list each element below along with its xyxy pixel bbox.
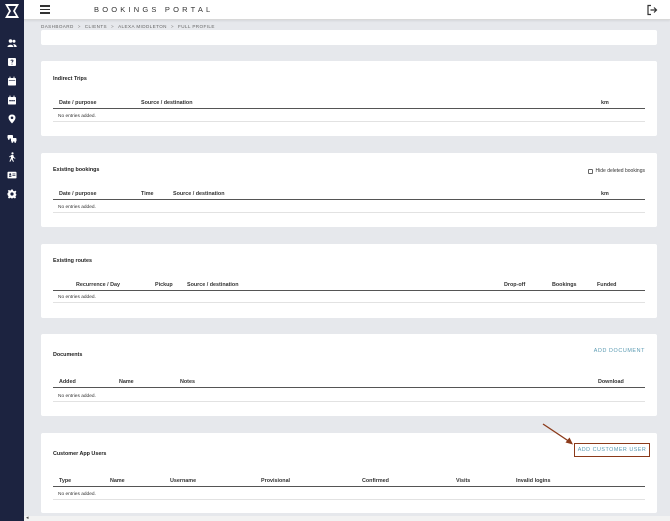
column-header: Type xyxy=(59,478,72,484)
hide-deleted-toggle[interactable]: Hide deleted bookings xyxy=(587,168,645,174)
table-header: Date / purpose Source / destination km xyxy=(53,99,645,109)
hamburger-menu-icon[interactable] xyxy=(40,5,50,14)
question-icon[interactable] xyxy=(4,55,20,69)
map-pin-icon[interactable] xyxy=(4,112,20,126)
id-card-icon[interactable] xyxy=(4,168,20,182)
breadcrumb-dashboard[interactable]: DASHBOARD xyxy=(41,24,74,29)
card-title: Existing routes xyxy=(53,258,92,264)
existing-bookings-card: Existing bookings Hide deleted bookings … xyxy=(41,153,657,227)
column-header: Bookings xyxy=(552,282,577,288)
indirect-trips-card: Indirect Trips Date / purpose Source / d… xyxy=(41,61,657,136)
vehicles-icon[interactable] xyxy=(4,131,20,145)
breadcrumb-separator: > xyxy=(111,24,115,29)
column-header: Name xyxy=(119,379,134,385)
brand-title: BOOKINGS PORTAL xyxy=(94,5,214,14)
table-row: No entries added. xyxy=(53,393,645,402)
column-header: Provisional xyxy=(261,478,291,484)
gear-icon[interactable] xyxy=(4,187,20,201)
column-header: Source / destination xyxy=(141,100,193,106)
empty-message: No entries added. xyxy=(58,114,96,119)
annotation-arrow-icon xyxy=(542,423,573,445)
table-header: Date / purpose Time Source / destination… xyxy=(53,190,645,200)
hide-deleted-label: Hide deleted bookings xyxy=(595,168,645,174)
card-title: Customer App Users xyxy=(53,451,107,457)
logout-icon[interactable] xyxy=(646,4,658,16)
calendar-alt-icon[interactable] xyxy=(4,93,20,107)
column-header: Username xyxy=(170,478,197,484)
existing-routes-card: Existing routes Recurrence / Day Pickup … xyxy=(41,244,657,318)
horizontal-scrollbar[interactable]: ◂ xyxy=(24,515,670,521)
card-title: Documents xyxy=(53,352,83,358)
app-logo-icon[interactable] xyxy=(3,3,21,19)
empty-message: No entries added. xyxy=(58,394,96,399)
documents-card: Documents ADD DOCUMENT Added Name Notes … xyxy=(41,334,657,416)
card-title: Existing bookings xyxy=(53,167,100,173)
column-header: Recurrence / Day xyxy=(76,282,121,288)
breadcrumb: DASHBOARD > CLIENTS > ALEXA MIDDLETON > FULL P… xyxy=(41,24,215,29)
table-row: No entries added. xyxy=(53,204,645,213)
table-header: Added Name Notes Download xyxy=(53,378,645,388)
scroll-left-icon[interactable]: ◂ xyxy=(26,515,29,521)
sidebar xyxy=(0,0,24,521)
table-row: No entries added. xyxy=(53,491,645,500)
empty-message: No entries added. xyxy=(58,492,96,497)
column-header: Date / purpose xyxy=(59,191,97,197)
calendar-icon[interactable] xyxy=(4,74,20,88)
empty-message: No entries added. xyxy=(58,205,96,210)
breadcrumb-clients[interactable]: CLIENTS xyxy=(85,24,107,29)
breadcrumb-separator: > xyxy=(170,24,174,29)
breadcrumb-separator: > xyxy=(77,24,81,29)
walking-icon[interactable] xyxy=(4,150,20,164)
table-header: Recurrence / Day Pickup Source / destina… xyxy=(53,281,645,291)
column-header: Notes xyxy=(180,379,195,385)
top-bar: BOOKINGS PORTAL xyxy=(24,0,670,20)
table-header: Type Name Username Provisional Confirmed… xyxy=(53,477,645,487)
column-header: km xyxy=(601,191,609,197)
column-header: Source / destination xyxy=(173,191,225,197)
column-header: Download xyxy=(598,379,624,385)
column-header: Pickup xyxy=(155,282,173,288)
breadcrumb-client-name[interactable]: ALEXA MIDDLETON xyxy=(118,24,167,29)
column-header: km xyxy=(601,100,609,106)
column-header: Invalid logins xyxy=(516,478,551,484)
table-row: No entries added. xyxy=(53,294,645,303)
column-header: Drop-off xyxy=(504,282,526,288)
hide-deleted-checkbox[interactable] xyxy=(587,168,593,174)
breadcrumb-current: FULL PROFILE xyxy=(178,24,215,29)
column-header: Source / destination xyxy=(187,282,239,288)
add-document-button[interactable]: ADD DOCUMENT xyxy=(594,348,645,354)
column-header: Date / purpose xyxy=(59,100,97,106)
users-icon[interactable] xyxy=(4,36,20,50)
column-header: Confirmed xyxy=(362,478,389,484)
column-header: Added xyxy=(59,379,76,385)
column-header: Funded xyxy=(597,282,617,288)
card-title: Indirect Trips xyxy=(53,76,87,82)
column-header: Name xyxy=(110,478,125,484)
table-row: No entries added. xyxy=(53,113,645,122)
add-customer-user-button[interactable]: ADD CUSTOMER USER xyxy=(574,443,650,457)
previous-card xyxy=(41,30,657,45)
column-header: Time xyxy=(141,191,154,197)
empty-message: No entries added. xyxy=(58,295,96,300)
column-header: Visits xyxy=(456,478,471,484)
